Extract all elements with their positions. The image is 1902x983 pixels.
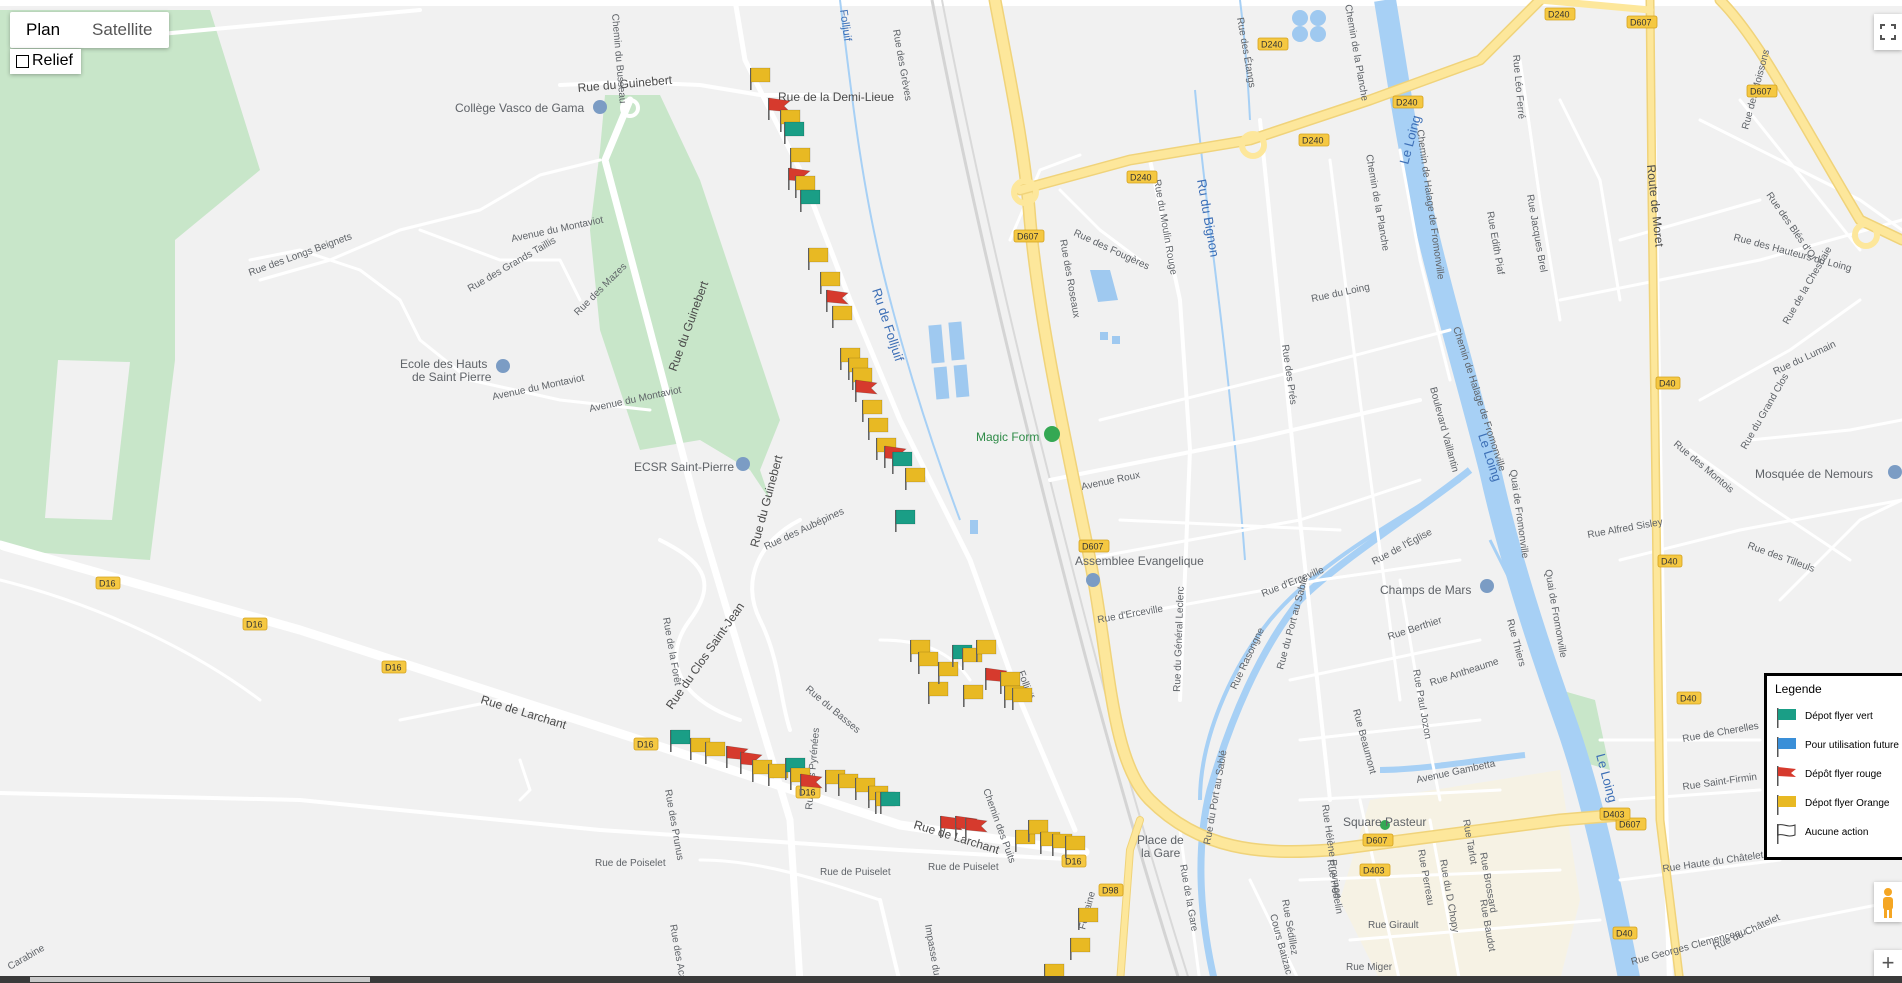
poi-square-pasteur[interactable]: Square Pasteur xyxy=(1343,815,1426,830)
poi-label: Place de xyxy=(1137,833,1184,847)
svg-text:D607: D607 xyxy=(1750,87,1772,97)
poi-label: Magic Form xyxy=(976,430,1039,444)
legend-item-label: Aucune action xyxy=(1805,827,1869,838)
poi-label: la Gare xyxy=(1141,846,1181,860)
svg-text:D16: D16 xyxy=(637,740,654,750)
road-shield: D98 xyxy=(1098,883,1124,897)
legend-item-label: Dépot flyer vert xyxy=(1805,711,1873,722)
horizontal-scrollbar[interactable] xyxy=(0,976,1902,983)
poi-label: Champs de Mars xyxy=(1380,583,1471,597)
road-shield: D40 xyxy=(1612,926,1638,940)
flag-red-icon xyxy=(1777,765,1796,786)
svg-text:D40: D40 xyxy=(1680,694,1697,704)
svg-text:D16: D16 xyxy=(246,620,263,630)
svg-text:D240: D240 xyxy=(1548,10,1570,20)
svg-text:D607: D607 xyxy=(1082,542,1104,552)
road-shield: D403 xyxy=(1359,863,1391,877)
svg-text:D403: D403 xyxy=(1603,810,1625,820)
relief-checkbox[interactable] xyxy=(16,54,29,68)
poi-label: ECSR Saint-Pierre xyxy=(634,460,734,474)
svg-text:D40: D40 xyxy=(1659,379,1676,389)
road-shield: D40 xyxy=(1655,376,1681,390)
road-shield: D16 xyxy=(381,660,407,674)
flag-white-icon xyxy=(1777,823,1796,844)
svg-text:Rue Miger: Rue Miger xyxy=(1346,962,1393,973)
svg-text:D40: D40 xyxy=(1661,557,1678,567)
road-shield: D40 xyxy=(1657,554,1683,568)
poi-label: Mosquée de Nemours xyxy=(1755,467,1873,481)
map-type-plan-button[interactable]: Plan xyxy=(10,12,76,48)
svg-text:D40: D40 xyxy=(1616,929,1633,939)
svg-text:D240: D240 xyxy=(1130,173,1152,183)
legend-item-label: Dépôt flyer rouge xyxy=(1805,769,1882,780)
road-shield: D40 xyxy=(1676,691,1702,705)
road-shield: D607 xyxy=(1626,15,1658,29)
svg-text:Rue de la Demi-Lieue: Rue de la Demi-Lieue xyxy=(778,90,894,104)
svg-text:D403: D403 xyxy=(1363,866,1385,876)
poi-place-gare: Place de la Gare xyxy=(1137,833,1184,860)
svg-text:D16: D16 xyxy=(99,579,116,589)
svg-text:D240: D240 xyxy=(1261,40,1283,50)
svg-text:D607: D607 xyxy=(1619,820,1641,830)
legend-title: Legende xyxy=(1775,682,1822,696)
legend-item: Dépôt flyer rouge xyxy=(1775,760,1902,789)
legend-item: Pour utilisation future xyxy=(1775,731,1902,760)
poi-label: Collège Vasco de Gama xyxy=(455,101,585,115)
zoom-in-button[interactable]: + xyxy=(1874,950,1902,978)
scrollbar-thumb[interactable] xyxy=(30,977,370,982)
svg-text:D16: D16 xyxy=(385,663,402,673)
svg-text:Rue de Puiselet: Rue de Puiselet xyxy=(928,862,999,873)
legend-panel: Legende Dépot flyer vert Pour utilisation… xyxy=(1764,673,1902,860)
poi-label: Ecole des Hauts xyxy=(400,357,487,371)
map-type-control: Plan Satellite xyxy=(10,12,169,48)
legend-item: Aucune action xyxy=(1775,818,1902,847)
svg-text:D607: D607 xyxy=(1366,836,1388,846)
road-shield: D16 xyxy=(242,617,268,631)
fullscreen-icon xyxy=(1880,24,1896,40)
svg-text:Rue Girault: Rue Girault xyxy=(1368,920,1419,931)
svg-text:Rue de Poiselet: Rue de Poiselet xyxy=(595,858,666,869)
flag-blue-icon xyxy=(1777,736,1796,757)
road-shield: D240 xyxy=(1298,133,1330,147)
pegman-icon xyxy=(1883,888,1893,918)
svg-text:D240: D240 xyxy=(1302,136,1324,146)
fullscreen-button[interactable] xyxy=(1874,14,1902,50)
road-shield: D607 xyxy=(1013,229,1045,243)
road-shield: D240 xyxy=(1392,95,1424,109)
road-shield: D607 xyxy=(1362,833,1394,847)
svg-text:D607: D607 xyxy=(1017,232,1039,242)
svg-text:D98: D98 xyxy=(1102,886,1119,896)
plus-icon: + xyxy=(1881,950,1895,975)
flag-green-icon xyxy=(1777,707,1796,728)
flag-orange-icon xyxy=(1777,794,1796,815)
poi-label: de Saint Pierre xyxy=(412,370,492,384)
svg-text:D240: D240 xyxy=(1396,98,1418,108)
legend-item-label: Dépot flyer Orange xyxy=(1805,798,1890,809)
road-shield: D16 xyxy=(795,785,821,799)
road-shield: D240 xyxy=(1257,37,1289,51)
legend-item: Dépot flyer Orange xyxy=(1775,789,1902,818)
poi-ecsr[interactable]: ECSR Saint-Pierre xyxy=(634,457,750,474)
map-type-satellite-button[interactable]: Satellite xyxy=(76,12,168,48)
relief-toggle[interactable]: Relief xyxy=(10,49,81,74)
road-shield: D240 xyxy=(1126,170,1158,184)
poi-label: Assemblee Evangelique xyxy=(1075,554,1204,568)
relief-label: Relief xyxy=(32,52,73,69)
svg-text:D607: D607 xyxy=(1630,18,1652,28)
road-shield: D16 xyxy=(633,737,659,751)
map-canvas[interactable]: Le Loing Le Loing Le Loing Ru du Bignon … xyxy=(0,0,1902,983)
svg-text:Rue de Puiselet: Rue de Puiselet xyxy=(820,867,891,878)
legend-item-label: Pour utilisation future xyxy=(1805,740,1899,751)
poi-label: Square Pasteur xyxy=(1343,815,1426,829)
road-shield: D16 xyxy=(95,576,121,590)
legend-item: Dépot flyer vert xyxy=(1775,702,1902,731)
road-shield: D607 xyxy=(1078,539,1110,553)
svg-text:D16: D16 xyxy=(1065,857,1082,867)
road-shield: D607 xyxy=(1746,84,1778,98)
street-view-pegman[interactable] xyxy=(1874,882,1902,922)
road-shield: D403 xyxy=(1599,807,1631,821)
road-shield: D240 xyxy=(1544,7,1576,21)
